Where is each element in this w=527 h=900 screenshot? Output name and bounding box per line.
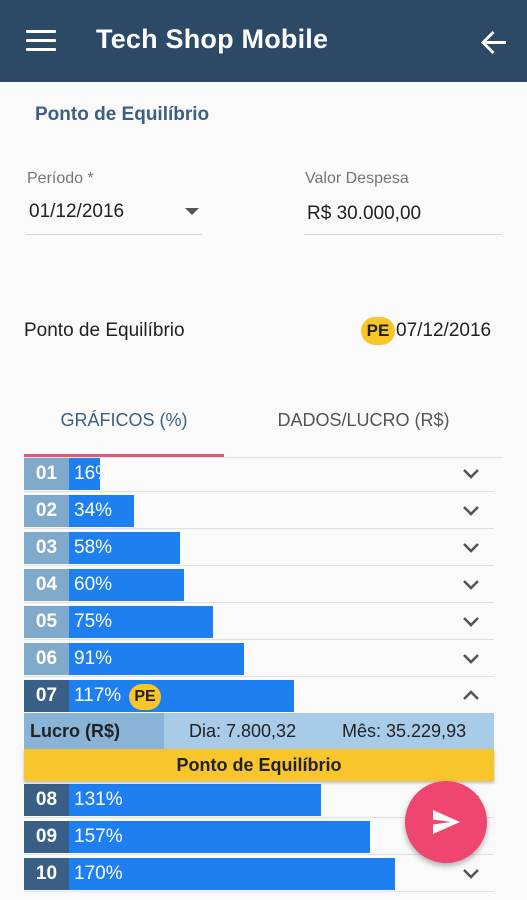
detail-row: Lucro (R$) Dia: 7.800,32 Mês: 35.229,93 xyxy=(24,713,494,749)
day-number: 03 xyxy=(24,532,69,564)
pe-badge: PE xyxy=(361,317,395,345)
chevron-down-icon[interactable] xyxy=(460,499,482,521)
chevron-down-icon[interactable] xyxy=(460,647,482,669)
periodo-underline xyxy=(26,234,202,235)
percent-label: 117% xyxy=(74,685,122,706)
percent-label: 131% xyxy=(74,789,123,810)
tab-graficos[interactable]: GRÁFICOS (%) xyxy=(24,398,224,456)
app-title: Tech Shop Mobile xyxy=(96,24,329,54)
chevron-down-icon[interactable] xyxy=(460,462,482,484)
section-title: Ponto de Equilíbrio xyxy=(35,104,210,125)
day-number: 09 xyxy=(24,821,69,853)
periodo-select[interactable]: 01/12/2016 xyxy=(29,201,124,223)
chevron-down-icon[interactable] xyxy=(460,862,482,884)
percent-label: 58% xyxy=(74,537,113,558)
percent-label: 34% xyxy=(74,500,113,521)
arrow-back-icon[interactable] xyxy=(478,26,510,58)
day-row-06[interactable]: 06 91% xyxy=(24,641,494,677)
despesa-input[interactable]: R$ 30.000,00 xyxy=(307,203,421,225)
day-row-07[interactable]: 07 117% PE xyxy=(24,678,494,714)
app-bar: Tech Shop Mobile xyxy=(0,0,527,82)
menu-icon[interactable] xyxy=(26,30,56,52)
tab-dados-lucro[interactable]: DADOS/LUCRO (R$) xyxy=(224,398,503,456)
day-number: 01 xyxy=(24,458,69,490)
day-number: 06 xyxy=(24,643,69,675)
day-number: 04 xyxy=(24,569,69,601)
pe-badge: PE xyxy=(129,684,161,710)
chevron-up-icon[interactable] xyxy=(460,684,482,706)
percent-label: 91% xyxy=(74,648,113,669)
dropdown-arrow-icon[interactable] xyxy=(185,208,199,215)
day-row-04[interactable]: 04 60% xyxy=(24,567,494,603)
send-fab-button[interactable] xyxy=(405,781,487,863)
day-number: 07 xyxy=(24,680,69,712)
day-number: 02 xyxy=(24,495,69,527)
day-row-05[interactable]: 05 75% xyxy=(24,604,494,640)
day-row-02[interactable]: 02 34% xyxy=(24,493,494,529)
day-row-10[interactable]: 10 170% xyxy=(24,856,494,892)
percent-label: 16% xyxy=(74,463,113,484)
day-number: 08 xyxy=(24,784,69,816)
percent-label: 60% xyxy=(74,574,113,595)
chevron-down-icon[interactable] xyxy=(460,573,482,595)
percent-label: 157% xyxy=(74,826,123,847)
day-number: 05 xyxy=(24,606,69,638)
periodo-label: Período * xyxy=(27,170,94,187)
day-row-01[interactable]: 01 16% xyxy=(24,456,494,492)
lucro-label: Lucro (R$) xyxy=(24,713,164,749)
tab-bar: GRÁFICOS (%) DADOS/LUCRO (R$) xyxy=(24,398,503,458)
ponto-equilibrio-date: 07/12/2016 xyxy=(396,320,492,341)
despesa-label: Valor Despesa xyxy=(305,170,409,187)
day-number: 10 xyxy=(24,858,69,890)
day-row-03[interactable]: 03 58% xyxy=(24,530,494,566)
despesa-underline xyxy=(304,234,501,235)
chevron-down-icon[interactable] xyxy=(460,536,482,558)
lucro-dia: Dia: 7.800,32 xyxy=(189,721,297,741)
lucro-mes: Mês: 35.229,93 xyxy=(342,721,467,741)
percent-label: 75% xyxy=(74,611,113,632)
ponto-equilibrio-bar: Ponto de Equilíbrio xyxy=(24,749,494,781)
percent-label: 170% xyxy=(74,863,123,884)
ponto-equilibrio-label: Ponto de Equilíbrio xyxy=(24,320,185,341)
send-icon xyxy=(433,810,460,834)
chevron-down-icon[interactable] xyxy=(460,610,482,632)
